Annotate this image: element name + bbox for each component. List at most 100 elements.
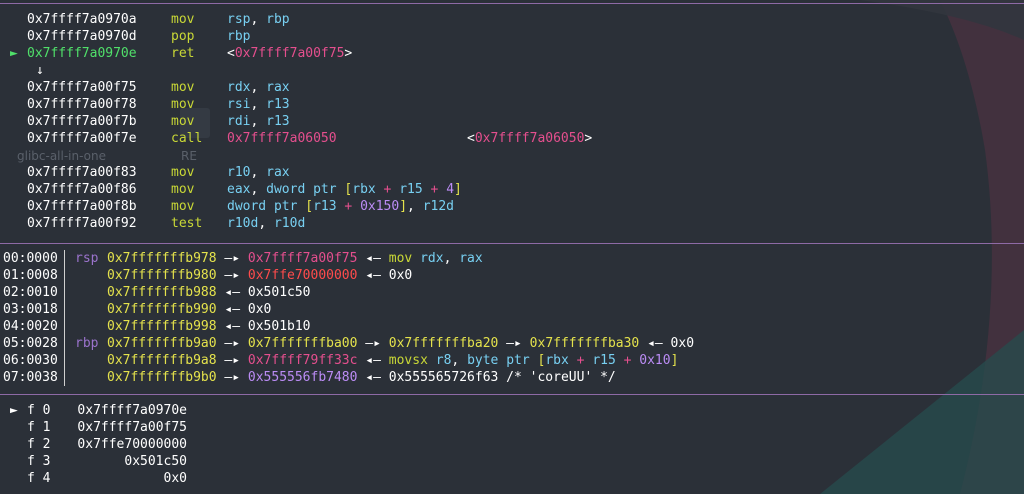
frame-address: 0x501c50 (124, 454, 187, 469)
disasm-line[interactable]: 0x7ffff7a0970d pop rbp (0, 28, 1024, 45)
backtrace-frame[interactable]: f 1 0x7ffff7a00f75 (0, 419, 1024, 436)
stack-row[interactable]: 07:0038 0x7fffffffb9b0 —▸ 0x555556fb7480 … (0, 369, 1024, 386)
operand-token: r10d (273, 216, 306, 231)
operand-token: 4 (446, 182, 455, 197)
operand-token: rax (266, 80, 290, 95)
chain-token: rax (459, 251, 483, 266)
operand-token: r10 (227, 165, 251, 180)
stack-row[interactable]: 06:0030 0x7fffffffb9a8 —▸ 0x7ffff79ff33c … (0, 352, 1024, 369)
operand-token: > (344, 46, 353, 61)
operand-token: rdx (227, 80, 251, 95)
chain-token: —▸ (498, 336, 530, 351)
frame-address: 0x7ffff7a00f75 (77, 420, 187, 435)
instruction-mnemonic: ret (171, 46, 195, 61)
chain-token (428, 353, 436, 368)
instruction-address: 0x7ffff7a00f83 (27, 165, 137, 180)
stack-offset: 07:0038 (3, 370, 58, 385)
stack-pointer-chain: 0x7fffffffb980 —▸ 0x7ffe70000000 ◂— 0x0 (107, 267, 412, 284)
stack-row[interactable]: 01:0008 0x7fffffffb980 —▸ 0x7ffe70000000 … (0, 267, 1024, 284)
operand-token: , (250, 114, 267, 129)
backtrace-frame[interactable]: f 2 0x7ffe70000000 (0, 436, 1024, 453)
stack-register: rbp (75, 336, 99, 351)
chain-token: 0x7fffffffb978 (107, 251, 217, 266)
backtrace-divider (0, 394, 1024, 395)
operand-token: rsp (227, 12, 251, 27)
disasm-line[interactable]: ↓ (0, 62, 1024, 79)
chain-token: 0x7fffffffb998 (107, 319, 217, 334)
stack-row[interactable]: 02:0010 0x7fffffffb988 ◂— 0x501c50 (0, 284, 1024, 301)
frame-number: f 0 (27, 403, 51, 418)
operand-token: rbp (227, 29, 251, 44)
stack-offset: 06:0030 (3, 353, 58, 368)
instruction-address: 0x7ffff7a00f86 (27, 182, 137, 197)
stack-offset: 00:0000 (3, 251, 58, 266)
operand-token: r13 (266, 114, 290, 129)
instruction-operands: r10d, r10d (227, 215, 305, 232)
disasm-line[interactable]: 0x7ffff7a00f83 mov r10, rax (0, 164, 1024, 181)
chain-token: + (615, 353, 640, 368)
instruction-address: 0x7ffff7a0970e (27, 46, 137, 61)
operand-token: dword ptr (266, 182, 345, 197)
operand-token: , (250, 80, 267, 95)
instruction-mnemonic: mov (171, 97, 195, 112)
operand-token: < (227, 46, 235, 61)
chain-token: —▸ (216, 370, 248, 385)
instruction-address: 0x7ffff7a00f78 (27, 97, 137, 112)
frame-number: f 1 (27, 420, 51, 435)
disasm-line[interactable]: 0x7ffff7a00f75 mov rdx, rax (0, 79, 1024, 96)
disasm-line[interactable]: 0x7ffff7a00f86 mov eax, dword ptr [rbx + r… (0, 181, 1024, 198)
chain-token: rdx (420, 251, 444, 266)
instruction-address: 0x7ffff7a0970d (27, 29, 137, 44)
instruction-mnemonic: mov (171, 199, 195, 214)
instruction-mnemonic: mov (171, 80, 195, 95)
instruction-operands: rsi, r13 (227, 96, 290, 113)
disasm-line[interactable]: 0x7ffff7a0970a mov rsp, rbp (0, 11, 1024, 28)
instruction-address: 0x7ffff7a00f8b (27, 199, 137, 214)
stack-pointer-chain: 0x7fffffffb9a8 —▸ 0x7ffff79ff33c ◂— movs… (107, 352, 678, 369)
stack-index-separator (64, 250, 65, 386)
stack-pointer-chain: 0x7fffffffb988 ◂— 0x501c50 (107, 284, 311, 301)
operand-token: r15 (399, 182, 423, 197)
disasm-line[interactable]: 0x7ffff7a00f7b mov rdi, r13 (0, 113, 1024, 130)
frame-address: 0x7ffe70000000 (77, 437, 187, 452)
stack-row[interactable]: 03:0018 0x7fffffffb990 ◂— 0x0 (0, 301, 1024, 318)
operand-token: 0x7ffff7a06050 (227, 131, 337, 146)
chain-token: —▸ (216, 251, 248, 266)
frame-address: 0x7ffff7a0970e (77, 403, 187, 418)
disasm-line[interactable]: 0x7ffff7a00f7e call 0x7ffff7a06050 <0x7ffff… (0, 130, 1024, 147)
chain-token: —▸ (357, 336, 389, 351)
operand-token: + (336, 199, 361, 214)
chain-token: + (568, 353, 593, 368)
operand-token: , (407, 199, 423, 214)
disasm-line[interactable]: 0x7ffff7a00f78 mov rsi, r13 (0, 96, 1024, 113)
instruction-mnemonic: pop (171, 29, 195, 44)
frame-number: f 3 (27, 454, 51, 469)
stack-offset: 05:0028 (3, 336, 58, 351)
chain-token (412, 251, 420, 266)
disasm-line[interactable]: 0x7ffff7a00f92 test r10d, r10d (0, 215, 1024, 232)
disasm-line[interactable]: ► 0x7ffff7a0970e ret <0x7ffff7a00f75> (0, 45, 1024, 62)
instruction-address: 0x7ffff7a00f7b (27, 114, 137, 129)
stack-row[interactable]: 05:0028 rbp 0x7fffffffb9a0 —▸ 0x7fffffffba… (0, 335, 1024, 352)
chain-token: , (443, 251, 460, 266)
disasm-line[interactable] (0, 147, 1024, 164)
chain-token: 0x7ffff7a00f75 (247, 251, 358, 266)
stack-row[interactable]: 00:0000 rsp 0x7fffffffb978 —▸ 0x7ffff7a00f… (0, 250, 1024, 267)
chain-token: ◂— (357, 251, 389, 266)
operand-token: dword ptr (227, 199, 306, 214)
call-target-open: < (467, 131, 475, 146)
terminal-window[interactable]: 0x7ffff7a0970a mov rsp, rbp 0x7ffff7a0970d p… (0, 0, 1024, 494)
chain-token: ◂— 0x0 (216, 302, 272, 317)
backtrace-frame[interactable]: f 3 0x501c50 (0, 453, 1024, 470)
operand-token: r10d (227, 216, 259, 231)
call-target: <0x7ffff7a06050> (467, 130, 592, 147)
disasm-line[interactable]: 0x7ffff7a00f8b mov dword ptr [r13 + 0x150]… (0, 198, 1024, 215)
chain-token: rbx (545, 353, 569, 368)
backtrace-frame[interactable]: f 4 0x0 (0, 470, 1024, 487)
backtrace-frame[interactable]: ► f 0 0x7ffff7a0970e (0, 402, 1024, 419)
instruction-mnemonic: call (171, 131, 203, 146)
chain-token: ◂— 0x501b10 (216, 319, 311, 334)
stack-row[interactable]: 04:0020 0x7fffffffb998 ◂— 0x501b10 (0, 318, 1024, 335)
instruction-operands: rdi, r13 (227, 113, 290, 130)
chain-token: ◂— 0x0 (639, 336, 695, 351)
